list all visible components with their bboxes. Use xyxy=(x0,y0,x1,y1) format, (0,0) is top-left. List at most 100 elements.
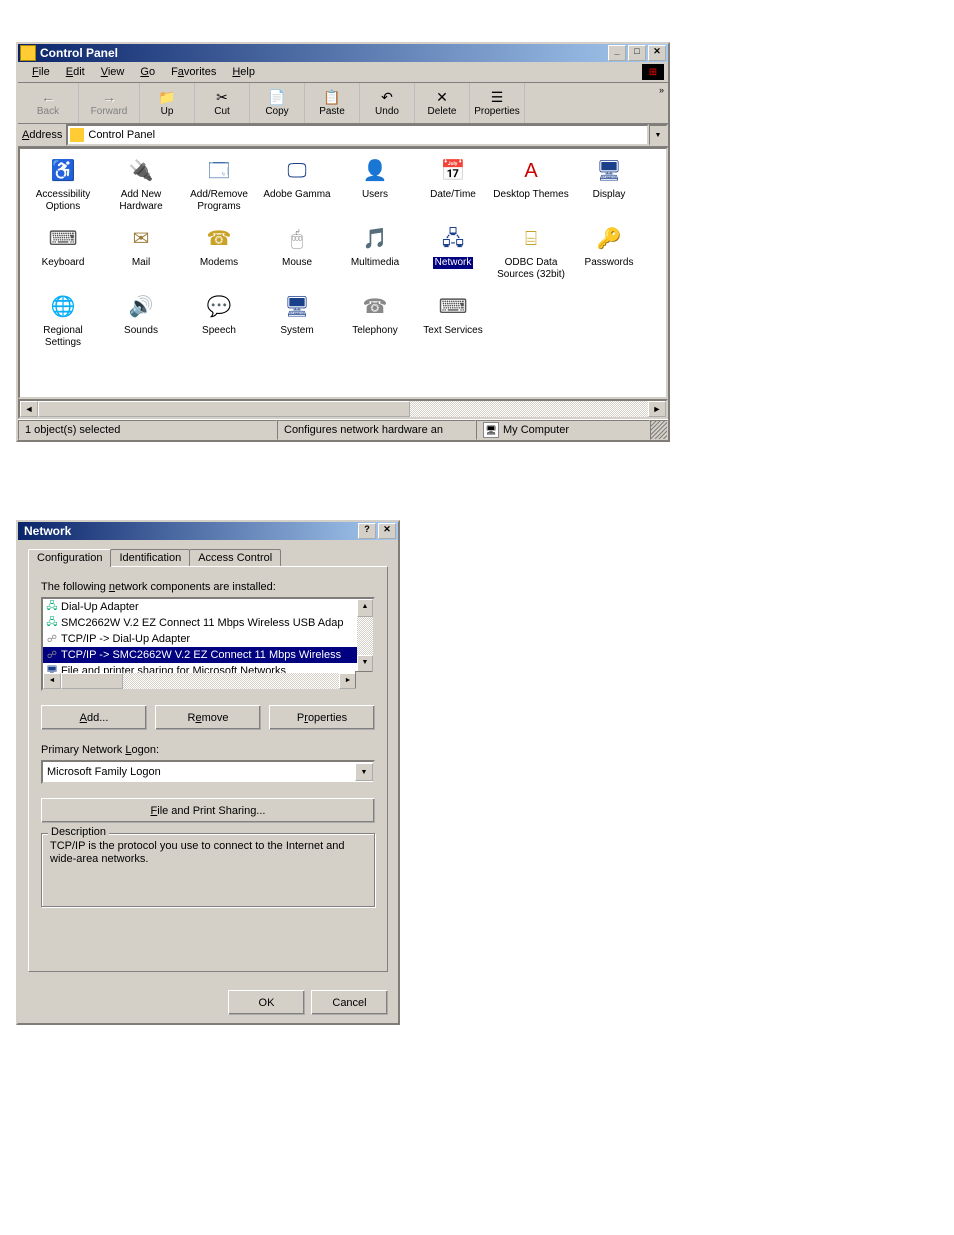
icon-label: Date/Time xyxy=(430,189,476,201)
cp-icon-sounds[interactable]: 🔊Sounds xyxy=(102,291,180,349)
delete-button[interactable]: ✕ Delete xyxy=(415,83,470,123)
cp-icon-display[interactable]: 🖥Display xyxy=(570,155,648,213)
component-item[interactable]: 🖧Dial-Up Adapter xyxy=(43,599,357,615)
address-dropdown-button[interactable]: ▼ xyxy=(649,124,668,146)
file-print-sharing-button[interactable]: File and Print Sharing... xyxy=(41,798,375,823)
cp-icon-telephony[interactable]: ☎Telephony xyxy=(336,291,414,349)
cp-icon-regional-settings[interactable]: 🌐Regional Settings xyxy=(24,291,102,349)
icon-label: Multimedia xyxy=(351,257,399,269)
cp-icon-modems[interactable]: ☎Modems xyxy=(180,223,258,281)
horizontal-scrollbar[interactable]: ◄ ► xyxy=(18,399,668,419)
help-button[interactable]: ? xyxy=(358,523,376,539)
app-icon: A xyxy=(515,155,547,187)
app-icon: 🔌 xyxy=(125,155,157,187)
cp-icon-mail[interactable]: ✉Mail xyxy=(102,223,180,281)
icon-pane: ♿Accessibility Options🔌Add New Hardware🗔… xyxy=(18,147,668,399)
copy-button[interactable]: 📄 Copy xyxy=(250,83,305,123)
tab-access-control[interactable]: Access Control xyxy=(189,549,281,567)
toolbar-label: Back xyxy=(37,106,59,117)
paste-button[interactable]: 📋 Paste xyxy=(305,83,360,123)
cp-icon-add-remove-programs[interactable]: 🗔Add/Remove Programs xyxy=(180,155,258,213)
scroll-corner xyxy=(355,671,373,689)
cp-icon-passwords[interactable]: 🔑Passwords xyxy=(570,223,648,281)
icon-label: Text Services xyxy=(423,325,482,337)
cp-icon-add-new-hardware[interactable]: 🔌Add New Hardware xyxy=(102,155,180,213)
cp-icon-odbc-data-sources-32bit-[interactable]: ⌸ODBC Data Sources (32bit) xyxy=(492,223,570,281)
component-text: SMC2662W V.2 EZ Connect 11 Mbps Wireless… xyxy=(61,617,343,629)
component-item[interactable]: ☍TCP/IP -> Dial-Up Adapter xyxy=(43,631,357,647)
forward-button[interactable]: → Forward xyxy=(79,83,140,123)
scroll-up-button[interactable]: ▲ xyxy=(357,599,373,617)
minimize-button[interactable]: _ xyxy=(608,45,626,61)
maximize-button[interactable]: □ xyxy=(628,45,646,61)
component-item[interactable]: 🖥File and printer sharing for Microsoft … xyxy=(43,663,357,673)
menu-file[interactable]: File xyxy=(24,64,58,80)
scroll-right-button[interactable]: ► xyxy=(648,401,666,417)
up-button[interactable]: 📁 Up xyxy=(140,83,195,123)
description-text: TCP/IP is the protocol you use to connec… xyxy=(50,840,366,866)
cancel-button[interactable]: Cancel xyxy=(311,990,388,1015)
cp-icon-accessibility-options[interactable]: ♿Accessibility Options xyxy=(24,155,102,213)
components-label: The following network components are ins… xyxy=(41,581,375,593)
dialog-titlebar[interactable]: Network ? ✕ xyxy=(18,522,398,540)
properties-button[interactable]: ☰ Properties xyxy=(470,83,525,123)
list-scroll-track[interactable] xyxy=(123,673,339,689)
cp-icon-text-services[interactable]: ⌨ Text Services xyxy=(414,291,492,349)
menu-go[interactable]: Go xyxy=(132,64,163,80)
close-button[interactable]: ✕ xyxy=(648,45,666,61)
dialog-close-button[interactable]: ✕ xyxy=(378,523,396,539)
resize-grip[interactable] xyxy=(650,420,668,440)
components-list[interactable]: 🖧Dial-Up Adapter🖧SMC2662W V.2 EZ Connect… xyxy=(41,597,375,691)
component-item[interactable]: ☍TCP/IP -> SMC2662W V.2 EZ Connect 11 Mb… xyxy=(43,647,357,663)
toolbar-label: Up xyxy=(161,106,174,117)
ok-button[interactable]: OK xyxy=(228,990,305,1015)
menu-favorites[interactable]: Favorites xyxy=(163,64,224,80)
undo-button[interactable]: ↶ Undo xyxy=(360,83,415,123)
component-properties-button[interactable]: Properties xyxy=(269,705,375,730)
component-item[interactable]: 🖧SMC2662W V.2 EZ Connect 11 Mbps Wireles… xyxy=(43,615,357,631)
icon-label: Mail xyxy=(132,257,150,269)
tab-identification[interactable]: Identification xyxy=(110,549,190,567)
control-panel-small-icon xyxy=(70,128,84,142)
titlebar[interactable]: Control Panel _ □ ✕ xyxy=(18,44,668,62)
cp-icon-mouse[interactable]: 🖱Mouse xyxy=(258,223,336,281)
app-icon: 🌐 xyxy=(47,291,79,323)
menu-help[interactable]: Help xyxy=(224,64,263,80)
app-icon: ⌨ xyxy=(437,291,469,323)
toolbar-overflow-icon[interactable]: » xyxy=(659,85,664,95)
scroll-track[interactable] xyxy=(410,401,648,417)
cp-icon-users[interactable]: 👤Users xyxy=(336,155,414,213)
status-zone-text: My Computer xyxy=(503,424,569,436)
address-input[interactable]: Control Panel xyxy=(66,124,649,146)
properties-icon: ☰ xyxy=(491,90,504,104)
cp-icon-network[interactable]: 🖧Network xyxy=(414,223,492,281)
component-text: TCP/IP -> Dial-Up Adapter xyxy=(61,633,190,645)
cp-icon-speech[interactable]: 💬Speech xyxy=(180,291,258,349)
icon-label: Add New Hardware xyxy=(102,189,180,213)
add-button[interactable]: Add... xyxy=(41,705,147,730)
component-icon: 🖥 xyxy=(45,664,59,673)
tab-configuration[interactable]: Configuration xyxy=(28,549,111,567)
app-icon: ☎ xyxy=(359,291,391,323)
remove-button[interactable]: Remove xyxy=(155,705,261,730)
cp-icon-multimedia[interactable]: 🎵Multimedia xyxy=(336,223,414,281)
list-scroll-left[interactable]: ◄ xyxy=(43,673,61,689)
scroll-left-button[interactable]: ◄ xyxy=(20,401,38,417)
scroll-thumb[interactable] xyxy=(38,401,410,417)
cp-icon-desktop-themes[interactable]: A Desktop Themes xyxy=(492,155,570,213)
icon-label: Users xyxy=(362,189,388,201)
cp-icon-adobe-gamma[interactable]: 🖵Adobe Gamma xyxy=(258,155,336,213)
list-scroll-thumb[interactable] xyxy=(61,673,123,689)
cp-icon-system[interactable]: 🖥System xyxy=(258,291,336,349)
icon-label: Desktop Themes xyxy=(493,189,568,201)
cp-icon-keyboard[interactable]: ⌨Keyboard xyxy=(24,223,102,281)
list-horizontal-scrollbar[interactable]: ◄ ► xyxy=(43,673,357,689)
menu-edit[interactable]: Edit xyxy=(58,64,93,80)
menu-view[interactable]: View xyxy=(93,64,133,80)
primary-logon-dropdown[interactable]: Microsoft Family Logon ▼ xyxy=(41,760,375,784)
cut-button[interactable]: ✂ Cut xyxy=(195,83,250,123)
cp-icon-date-time[interactable]: 📅Date/Time xyxy=(414,155,492,213)
vscroll-track[interactable] xyxy=(357,617,373,655)
list-vertical-scrollbar[interactable]: ▲ ▼ xyxy=(357,599,373,673)
back-button[interactable]: ← Back xyxy=(18,83,79,123)
